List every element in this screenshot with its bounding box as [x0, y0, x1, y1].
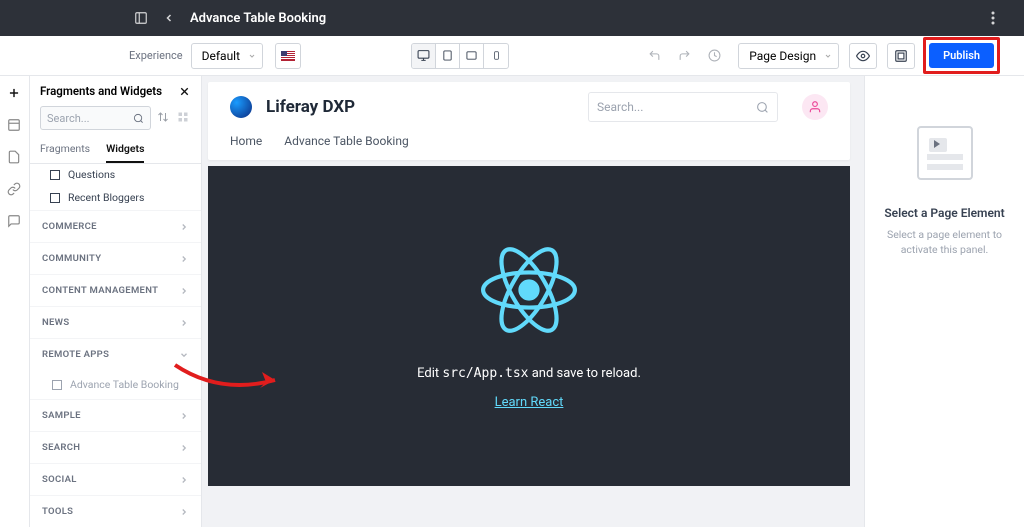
avatar[interactable] — [802, 94, 828, 120]
page-design-label: Page Design — [749, 49, 816, 63]
experience-value: Default — [202, 49, 240, 63]
page-design-dropdown[interactable]: Page Design — [738, 43, 839, 69]
panel-search-input[interactable]: Search... — [40, 106, 151, 130]
category-content-management[interactable]: CONTENT MANAGEMENT — [30, 274, 201, 306]
category-commerce[interactable]: COMMERCE — [30, 210, 201, 242]
settings-button[interactable] — [887, 43, 915, 69]
device-tablet-button[interactable] — [436, 44, 460, 68]
rail-browser-icon[interactable] — [7, 118, 23, 134]
canvas[interactable]: Liferay DXP Search... Home Advance Table… — [202, 76, 864, 527]
more-icon[interactable] — [986, 11, 1000, 25]
page-search-input[interactable]: Search... — [588, 92, 778, 122]
grid-view-icon[interactable] — [177, 111, 191, 125]
right-panel-title: Select a Page Element — [884, 206, 1004, 220]
redo-button[interactable] — [672, 44, 696, 68]
right-panel-description: Select a page element to activate this p… — [879, 228, 1010, 257]
close-icon[interactable] — [178, 85, 191, 98]
category-sample[interactable]: SAMPLE — [30, 399, 201, 431]
icon-rail — [0, 76, 30, 527]
experience-label: Experience — [129, 49, 183, 62]
device-preview-group — [411, 43, 509, 69]
rail-add-icon[interactable] — [7, 86, 23, 102]
back-icon[interactable] — [162, 11, 176, 25]
rail-page-icon[interactable] — [7, 150, 23, 166]
panel-title: Fragments and Widgets — [40, 84, 162, 98]
topbar: Advance Table Booking — [0, 0, 1024, 36]
category-search[interactable]: SEARCH — [30, 431, 201, 463]
page-header-block[interactable]: Liferay DXP Search... Home Advance Table… — [208, 82, 850, 160]
react-edit-text: Edit src/App.tsx and save to reload. — [417, 366, 641, 381]
locale-button[interactable] — [275, 43, 301, 69]
react-logo-icon — [481, 242, 577, 338]
tab-widgets[interactable]: Widgets — [106, 136, 144, 163]
tab-fragments[interactable]: Fragments — [40, 136, 90, 163]
liferay-logo-icon — [230, 96, 252, 118]
category-social[interactable]: SOCIAL — [30, 463, 201, 495]
brand-name: Liferay DXP — [266, 97, 355, 117]
history-button[interactable] — [702, 44, 726, 68]
category-tools[interactable]: TOOLS — [30, 495, 201, 527]
rail-comments-icon[interactable] — [7, 214, 23, 230]
publish-button[interactable]: Publish — [929, 43, 994, 68]
device-tablet-landscape-button[interactable] — [460, 44, 484, 68]
widget-item-recent-bloggers[interactable]: Recent Bloggers — [30, 187, 201, 210]
fragments-widgets-panel: Fragments and Widgets Search... Fragment… — [30, 76, 202, 527]
experience-dropdown[interactable]: Default — [191, 43, 263, 69]
sidebar-toggle-icon[interactable] — [134, 11, 148, 25]
undo-button[interactable] — [642, 44, 666, 68]
learn-react-link[interactable]: Learn React — [495, 395, 564, 410]
right-panel: Select a Page Element Select a page elem… — [864, 76, 1024, 527]
page-title: Advance Table Booking — [190, 11, 326, 26]
preview-button[interactable] — [849, 43, 877, 69]
remote-app-item-advance-table-booking[interactable]: Advance Table Booking — [30, 370, 201, 399]
category-community[interactable]: COMMUNITY — [30, 242, 201, 274]
category-remote-apps[interactable]: REMOTE APPS — [30, 338, 201, 370]
category-news[interactable]: NEWS — [30, 306, 201, 338]
device-desktop-button[interactable] — [412, 44, 436, 68]
publish-highlight: Publish — [923, 37, 1000, 74]
sub-toolbar: Experience Default Page Design Publish — [0, 36, 1024, 76]
empty-state-illustration — [917, 126, 973, 180]
nav-advance-table-booking[interactable]: Advance Table Booking — [284, 134, 408, 148]
sort-icon[interactable] — [157, 111, 171, 125]
react-app-widget[interactable]: Edit src/App.tsx and save to reload. Lea… — [208, 166, 850, 486]
rail-mapping-icon[interactable] — [7, 182, 23, 198]
device-phone-button[interactable] — [484, 44, 508, 68]
widget-item-questions[interactable]: Questions — [30, 164, 201, 187]
nav-home[interactable]: Home — [230, 134, 262, 148]
